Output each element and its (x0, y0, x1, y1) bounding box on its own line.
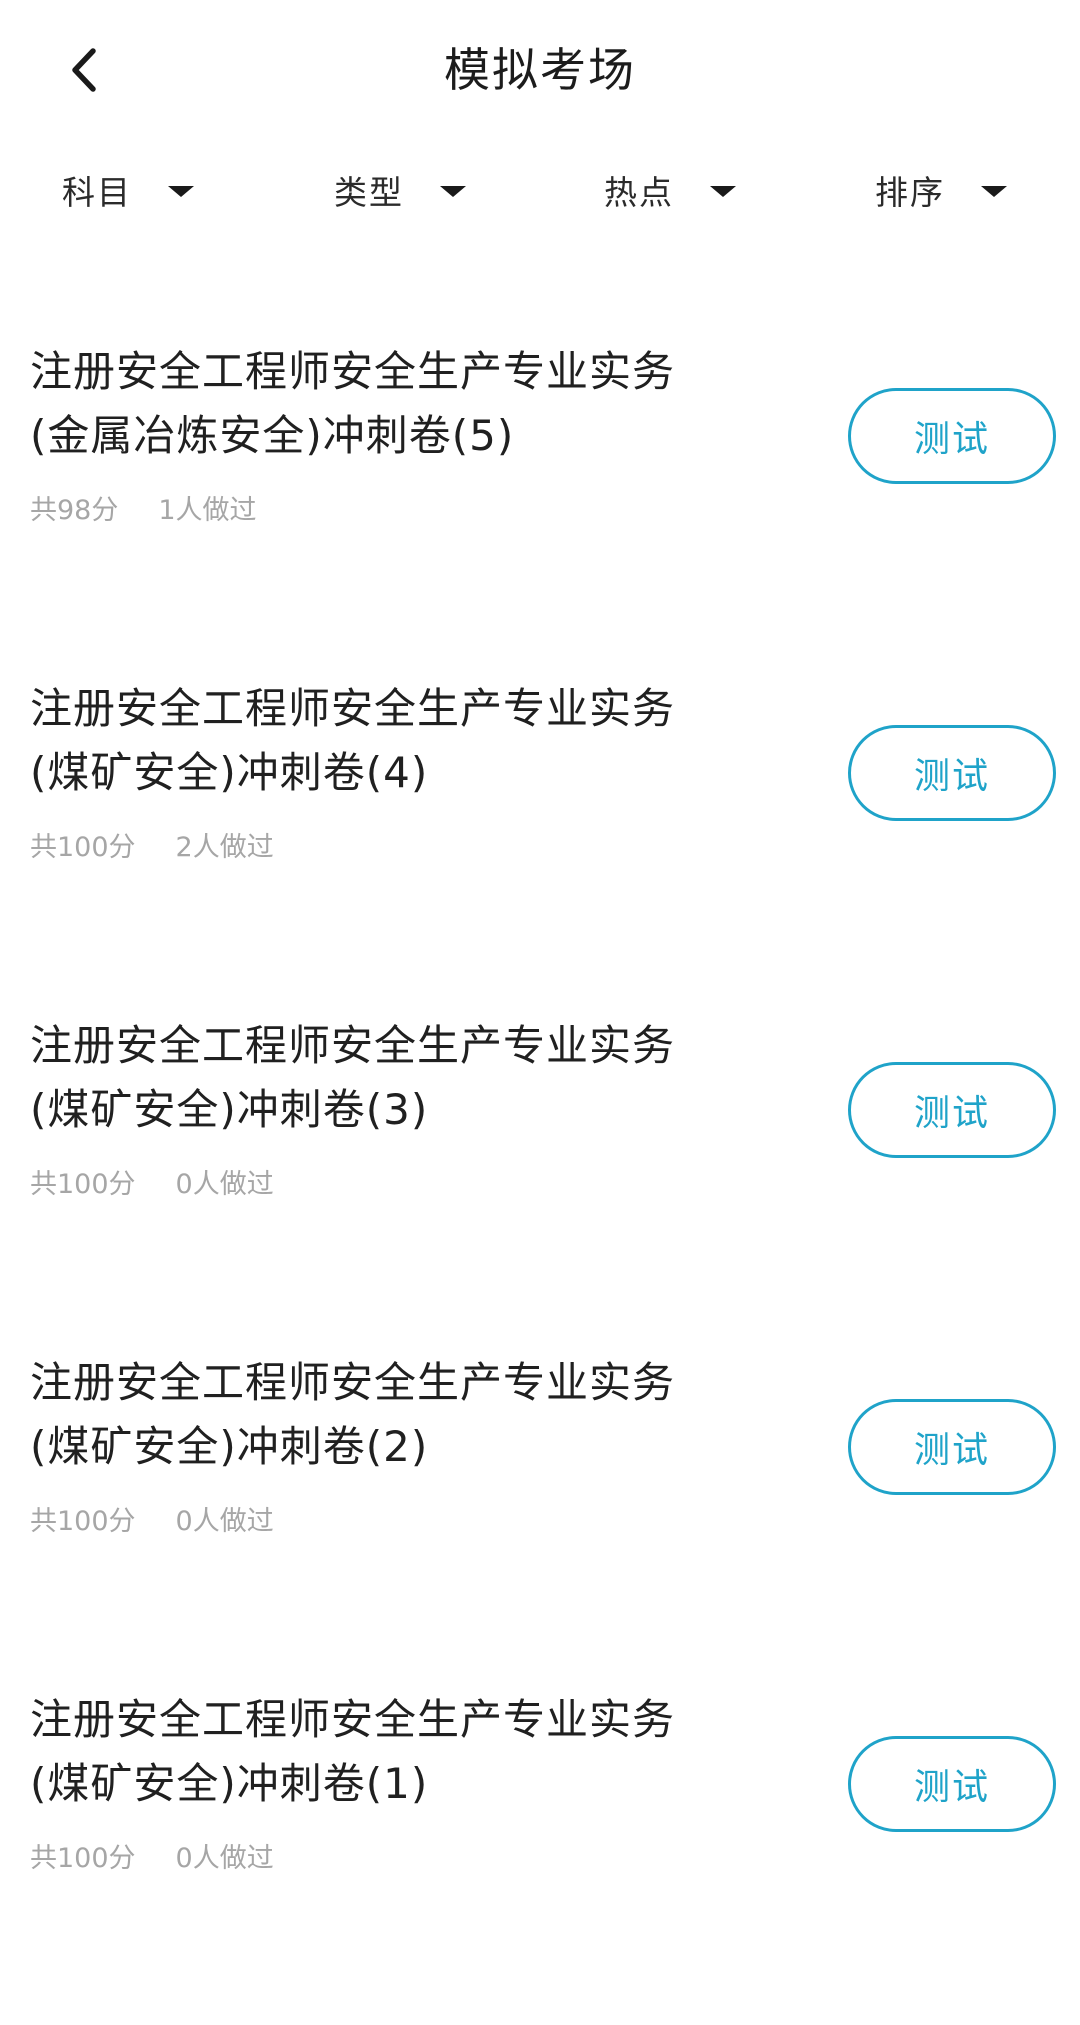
filter-subject[interactable]: 科目 (62, 155, 194, 225)
exam-title-line: (金属冶炼安全)冲刺卷(5) (30, 411, 515, 460)
exam-score: 共100分 (30, 1169, 136, 1200)
test-button[interactable]: 测试 (848, 1399, 1056, 1495)
exam-title[interactable]: 注册安全工程师安全生产专业实务 (煤矿安全)冲刺卷(2) (30, 1351, 820, 1479)
list-item: 注册安全工程师安全生产专业实务 (金属冶炼安全)冲刺卷(5) 共98分 1人做过… (0, 340, 1080, 677)
exam-score: 共98分 (30, 495, 119, 526)
filter-sort[interactable]: 排序 (875, 155, 1007, 225)
exam-score: 共100分 (30, 832, 136, 863)
caret-down-icon (710, 185, 736, 197)
exam-score: 共100分 (30, 1843, 136, 1874)
filter-bar: 科目 类型 热点 排序 (0, 155, 1080, 225)
exam-title[interactable]: 注册安全工程师安全生产专业实务 (煤矿安全)冲刺卷(3) (30, 1014, 820, 1142)
exam-title-line: 注册安全工程师安全生产专业实务 (30, 347, 676, 396)
exam-title[interactable]: 注册安全工程师安全生产专业实务 (煤矿安全)冲刺卷(1) (30, 1688, 820, 1816)
caret-down-icon (440, 185, 466, 197)
exam-title-line: (煤矿安全)冲刺卷(1) (30, 1759, 429, 1808)
exam-meta: 共100分 0人做过 (30, 1162, 274, 1201)
exam-meta: 共98分 1人做过 (30, 488, 257, 527)
exam-list: 注册安全工程师安全生产专业实务 (金属冶炼安全)冲刺卷(5) 共98分 1人做过… (0, 340, 1080, 2025)
caret-down-icon (168, 185, 194, 197)
filter-hotspot[interactable]: 热点 (604, 155, 736, 225)
filter-label: 类型 (334, 173, 404, 212)
list-item: 注册安全工程师安全生产专业实务 (煤矿安全)冲刺卷(3) 共100分 0人做过 … (0, 1014, 1080, 1351)
exam-title[interactable]: 注册安全工程师安全生产专业实务 (金属冶炼安全)冲刺卷(5) (30, 340, 820, 468)
list-item: 注册安全工程师安全生产专业实务 (煤矿安全)冲刺卷(4) 共100分 2人做过 … (0, 677, 1080, 1014)
caret-down-icon (981, 185, 1007, 197)
exam-title-line: (煤矿安全)冲刺卷(3) (30, 1085, 429, 1134)
exam-title-line: 注册安全工程师安全生产专业实务 (30, 1695, 676, 1744)
list-item: 注册安全工程师安全生产专业实务 (煤矿安全)冲刺卷(2) 共100分 0人做过 … (0, 1351, 1080, 1688)
page-title: 模拟考场 (444, 43, 636, 97)
exam-taken-count: 0人做过 (175, 1169, 274, 1200)
filter-label: 科目 (62, 173, 132, 212)
exam-title-line: (煤矿安全)冲刺卷(2) (30, 1422, 429, 1471)
exam-taken-count: 0人做过 (175, 1843, 274, 1874)
exam-title-line: 注册安全工程师安全生产专业实务 (30, 684, 676, 733)
filter-type[interactable]: 类型 (334, 155, 466, 225)
exam-meta: 共100分 0人做过 (30, 1836, 274, 1875)
exam-meta: 共100分 2人做过 (30, 825, 274, 864)
exam-title-line: (煤矿安全)冲刺卷(4) (30, 748, 429, 797)
exam-title-line: 注册安全工程师安全生产专业实务 (30, 1358, 676, 1407)
exam-taken-count: 1人做过 (158, 495, 257, 526)
exam-score: 共100分 (30, 1506, 136, 1537)
exam-taken-count: 0人做过 (175, 1506, 274, 1537)
test-button[interactable]: 测试 (848, 1062, 1056, 1158)
exam-title-line: 注册安全工程师安全生产专业实务 (30, 1021, 676, 1070)
filter-label: 热点 (604, 173, 674, 212)
app-header: 模拟考场 (0, 0, 1080, 140)
exam-meta: 共100分 0人做过 (30, 1499, 274, 1538)
filter-label: 排序 (875, 173, 945, 212)
test-button[interactable]: 测试 (848, 725, 1056, 821)
list-item: 注册安全工程师安全生产专业实务 (煤矿安全)冲刺卷(1) 共100分 0人做过 … (0, 1688, 1080, 2025)
test-button[interactable]: 测试 (848, 1736, 1056, 1832)
test-button[interactable]: 测试 (848, 388, 1056, 484)
exam-taken-count: 2人做过 (175, 832, 274, 863)
exam-title[interactable]: 注册安全工程师安全生产专业实务 (煤矿安全)冲刺卷(4) (30, 677, 820, 805)
